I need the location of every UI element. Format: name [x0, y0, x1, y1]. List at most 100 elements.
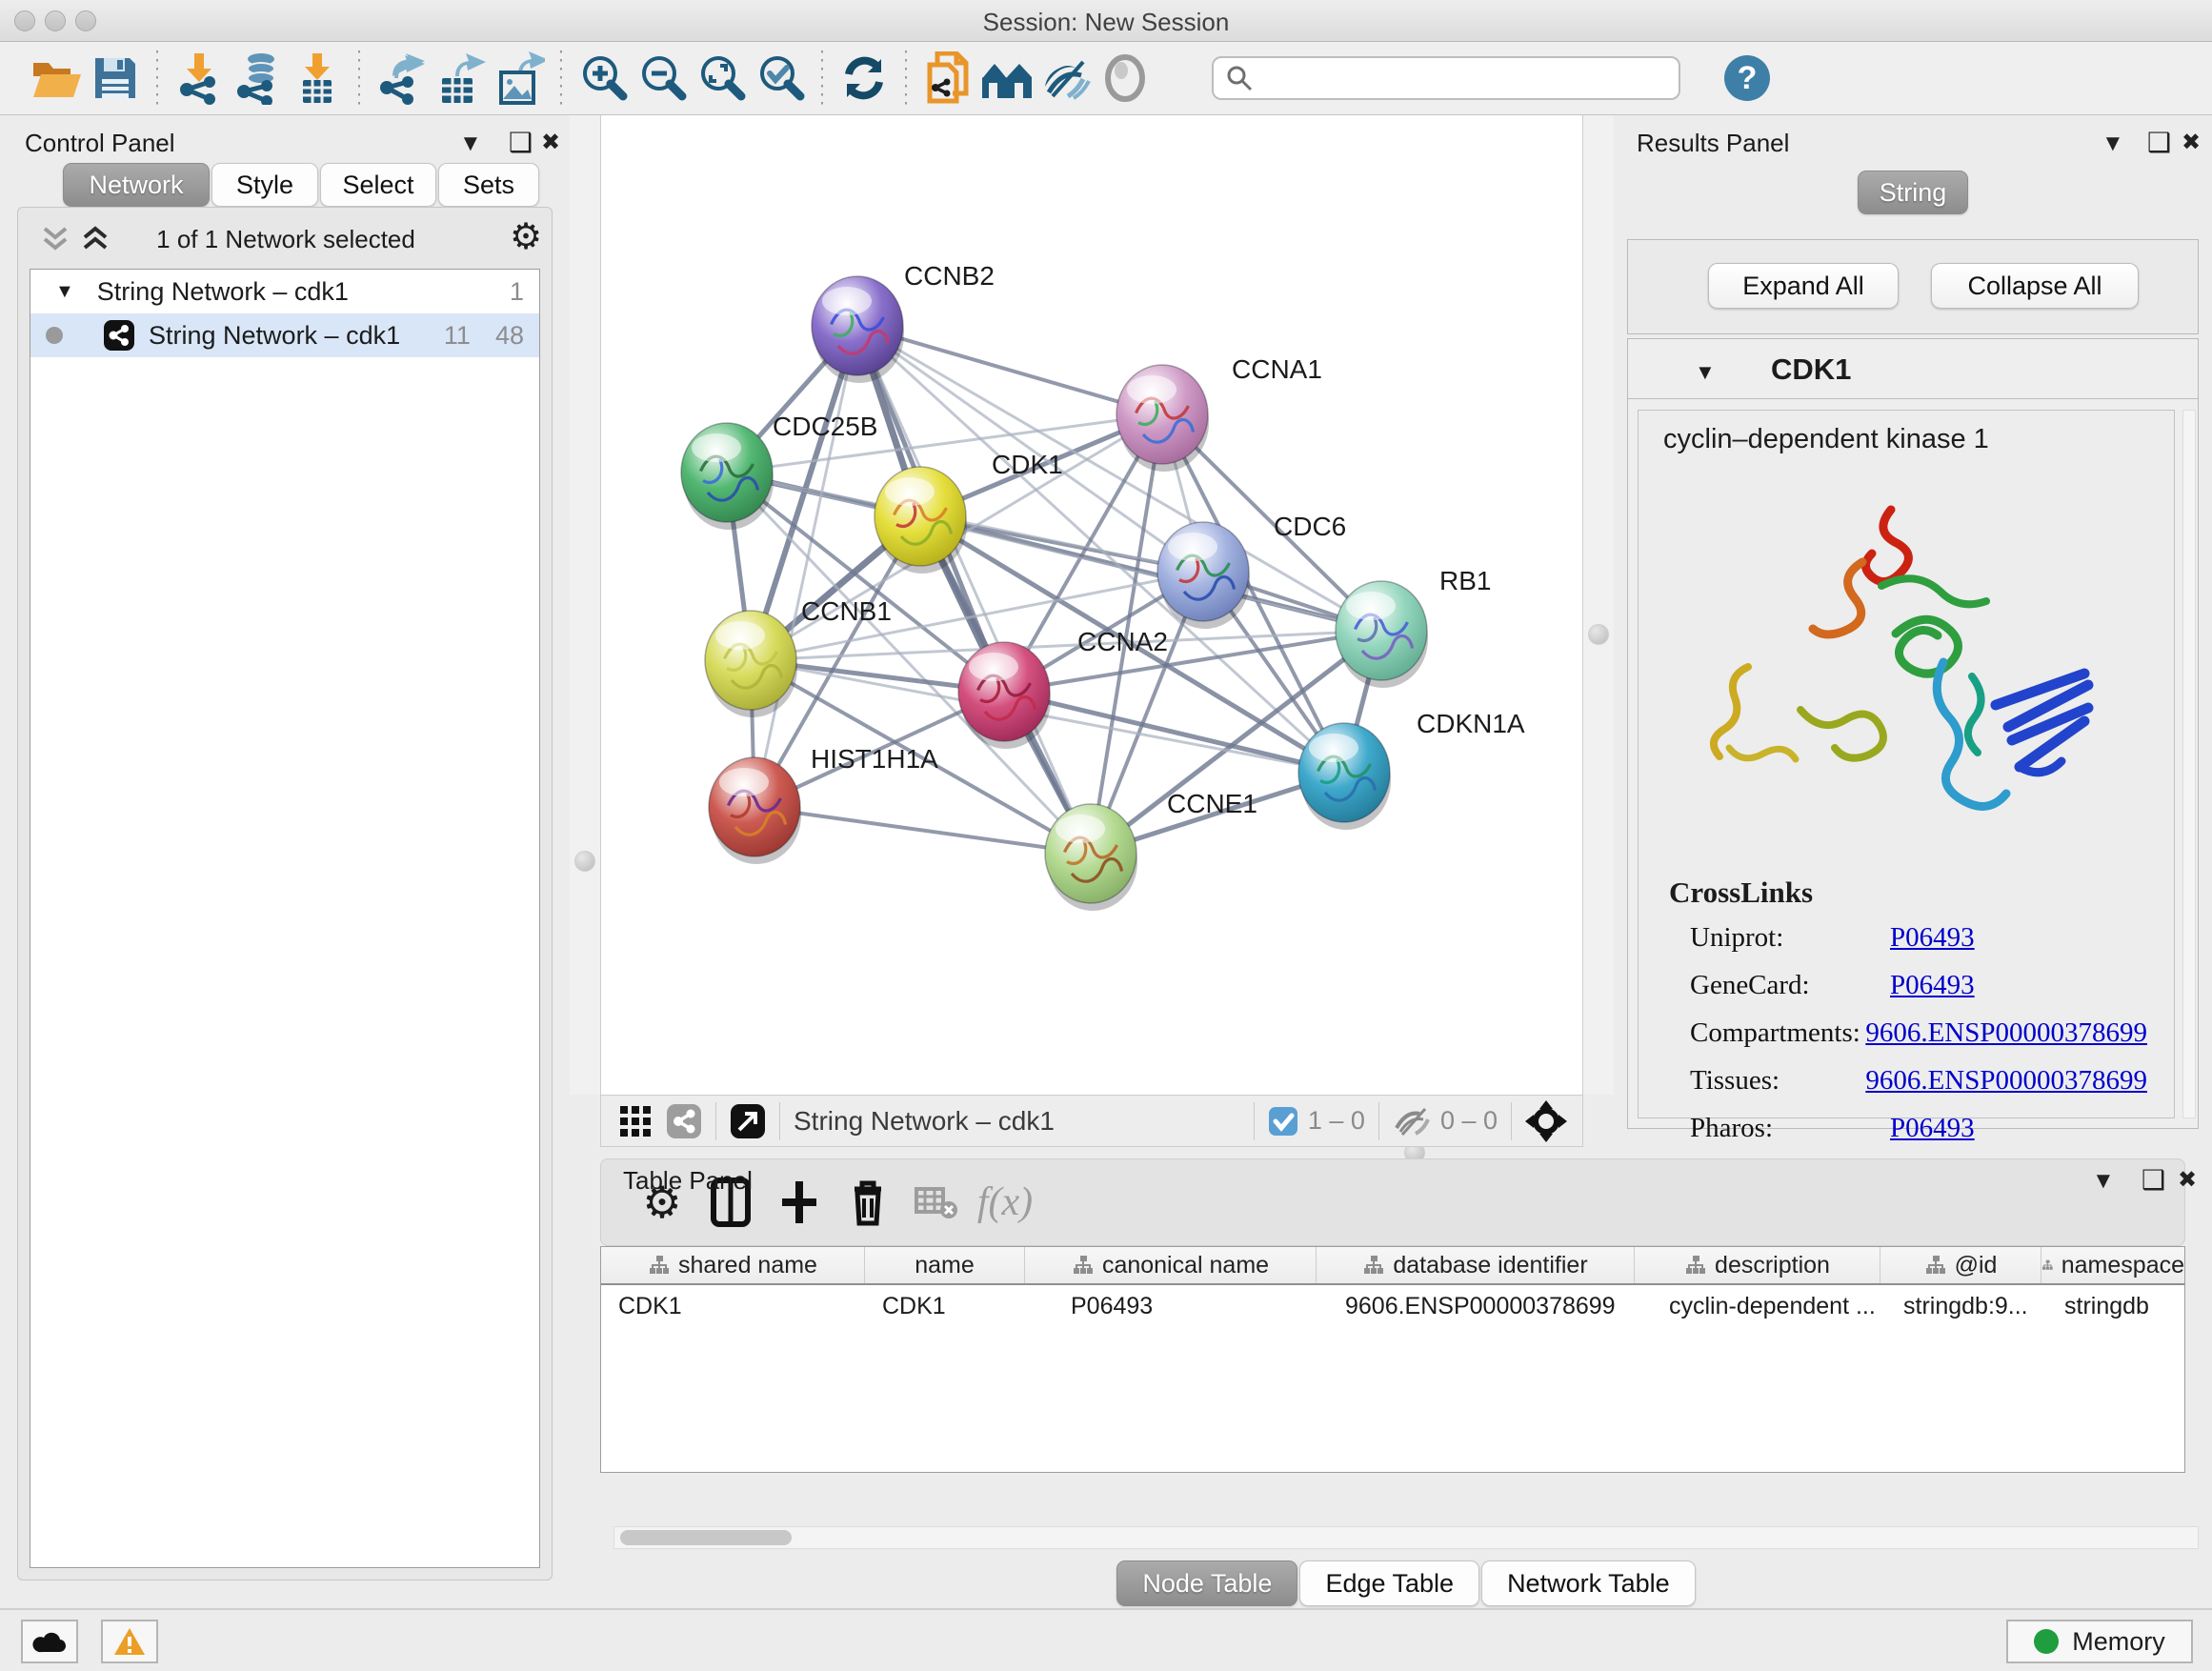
collapse-all-button[interactable]: Collapse All — [1931, 263, 2139, 309]
column-header[interactable]: namespace — [2041, 1247, 2184, 1283]
results-scrollbar[interactable] — [2182, 410, 2196, 1118]
hide-selected-icon[interactable] — [1036, 50, 1096, 107]
tab-style[interactable]: Style — [211, 163, 318, 207]
network-row-selected[interactable]: String Network – cdk1 11 48 — [30, 313, 539, 357]
left-splitter[interactable] — [570, 115, 600, 1095]
table-panel-menu-icon[interactable]: ▼ — [2092, 1168, 2115, 1195]
import-table-icon[interactable] — [288, 50, 347, 107]
crosslink-link[interactable]: P06493 — [1890, 922, 1975, 954]
crosslink-link[interactable]: P06493 — [1890, 1113, 1975, 1144]
toolbar-separator — [905, 50, 907, 106]
delete-column-icon[interactable] — [834, 1169, 902, 1236]
left-splitter-handle[interactable] — [574, 851, 595, 872]
right-splitter[interactable] — [1583, 115, 1614, 1095]
collection-expand-arrow-icon[interactable]: ▼ — [55, 281, 74, 303]
open-session-icon[interactable] — [27, 50, 86, 107]
namespace-tree-icon — [648, 1254, 671, 1277]
results-panel-menu-icon[interactable]: ▼ — [2101, 131, 2124, 157]
network-edges — [727, 326, 1381, 854]
zoom-out-icon[interactable] — [633, 50, 692, 107]
save-session-icon[interactable] — [86, 50, 145, 107]
network-list: ▼ String Network – cdk1 1 String Network… — [30, 269, 540, 1568]
table-row[interactable]: CDK1 CDK1 P06493 9606.ENSP00000378699 cy… — [601, 1285, 2184, 1327]
zoom-fit-icon[interactable] — [692, 50, 751, 107]
entry-details: cyclin–dependent kinase 1 CrossL — [1638, 410, 2175, 1118]
memory-button[interactable]: Memory — [2006, 1620, 2193, 1663]
control-panel-title: Control Panel — [25, 129, 175, 158]
warning-button[interactable] — [101, 1620, 158, 1663]
refresh-icon[interactable] — [835, 50, 894, 107]
tab-node-table[interactable]: Node Table — [1116, 1560, 1297, 1606]
add-column-icon[interactable] — [765, 1169, 834, 1236]
separator — [1254, 1102, 1255, 1140]
network-node[interactable]: CCNB2 — [812, 261, 995, 383]
entry-collapse-arrow-icon[interactable]: ▼ — [1695, 360, 1716, 385]
network-birdseye-icon[interactable] — [666, 1103, 702, 1139]
table-toolbar: ⚙ f(x) — [600, 1158, 2185, 1246]
show-eye-icon[interactable] — [1096, 50, 1155, 107]
expand-all-button[interactable]: Expand All — [1708, 263, 1899, 309]
import-network-icon[interactable] — [170, 50, 229, 107]
network-canvas[interactable]: CCNB2CCNA1CDC25BCDK1CDC6RB1CCNB1CCNA2CDK… — [600, 115, 1583, 1095]
open-in-window-icon[interactable] — [730, 1103, 766, 1139]
network-node[interactable]: CCNA1 — [1116, 354, 1322, 472]
grid-view-icon[interactable] — [618, 1104, 653, 1138]
namespace-tree-icon — [2041, 1254, 2054, 1277]
control-panel-close-icon[interactable]: ✖ — [541, 129, 560, 156]
network-node[interactable]: RB1 — [1336, 566, 1491, 688]
results-panel-float-icon[interactable]: ❑ — [2147, 127, 2171, 158]
protein-structure-image — [1658, 472, 2153, 853]
share-document-icon[interactable] — [918, 50, 977, 107]
network-list-gear-icon[interactable]: ⚙ — [510, 215, 542, 258]
tab-network-table[interactable]: Network Table — [1481, 1560, 1696, 1606]
toolbar-search-input[interactable] — [1212, 56, 1680, 100]
crosslink-link[interactable]: 9606.ENSP00000378699 — [1865, 1017, 2147, 1049]
network-node-label: CDKN1A — [1417, 709, 1525, 738]
import-database-icon[interactable] — [229, 50, 288, 107]
network-node[interactable]: CDKN1A — [1298, 709, 1525, 830]
hidden-eye-icon[interactable] — [1393, 1105, 1431, 1137]
network-share-icon — [103, 319, 135, 352]
table-panel-float-icon[interactable]: ❑ — [2142, 1164, 2165, 1196]
zoom-selected-icon[interactable] — [751, 50, 810, 107]
function-builder-icon[interactable]: f(x) — [971, 1169, 1039, 1236]
window-titlebar: Session: New Session — [0, 0, 2212, 42]
column-header[interactable]: shared name — [601, 1247, 865, 1283]
cloud-icon — [32, 1629, 67, 1654]
network-canvas-svg[interactable]: CCNB2CCNA1CDC25BCDK1CDC6RB1CCNB1CCNA2CDK… — [601, 115, 1582, 1093]
export-network-icon[interactable] — [372, 50, 431, 107]
column-header[interactable]: name — [865, 1247, 1025, 1283]
network-node[interactable]: HIST1H1A — [709, 744, 938, 864]
entry-gene-name: CDK1 — [1771, 352, 1851, 387]
pan-crosshair-icon[interactable] — [1525, 1100, 1567, 1142]
table-hscrollbar[interactable] — [613, 1526, 2199, 1549]
network-node-label: HIST1H1A — [811, 744, 938, 774]
tab-sets[interactable]: Sets — [438, 163, 539, 207]
control-panel-menu-icon[interactable]: ▼ — [459, 131, 482, 157]
selected-checkbox-icon[interactable] — [1268, 1106, 1298, 1137]
first-neighbors-icon[interactable] — [977, 50, 1036, 107]
right-splitter-handle[interactable] — [1588, 624, 1609, 645]
column-header[interactable]: canonical name — [1025, 1247, 1317, 1283]
crosslink-link[interactable]: 9606.ENSP00000378699 — [1865, 1065, 2147, 1097]
tab-network[interactable]: Network — [63, 163, 210, 207]
tab-string-results[interactable]: String — [1858, 171, 1968, 214]
network-collection-row[interactable]: ▼ String Network – cdk1 1 — [30, 270, 539, 313]
tab-select[interactable]: Select — [320, 163, 436, 207]
zoom-in-icon[interactable] — [573, 50, 633, 107]
collection-count: 1 — [510, 277, 524, 307]
column-header[interactable]: description — [1635, 1247, 1880, 1283]
column-header[interactable]: database identifier — [1317, 1247, 1635, 1283]
crosslink-link[interactable]: P06493 — [1890, 970, 1975, 1001]
help-button[interactable]: ? — [1724, 55, 1770, 101]
cloud-button[interactable] — [21, 1620, 78, 1663]
export-table-icon[interactable] — [431, 50, 490, 107]
control-panel-float-icon[interactable]: ❑ — [509, 127, 533, 158]
results-panel-close-icon[interactable]: ✖ — [2182, 129, 2201, 156]
delete-table-icon[interactable] — [902, 1169, 971, 1236]
column-header[interactable]: @id — [1880, 1247, 2041, 1283]
table-panel-close-icon[interactable]: ✖ — [2178, 1166, 2197, 1194]
export-image-icon[interactable] — [490, 50, 549, 107]
table-hscrollbar-thumb[interactable] — [620, 1530, 792, 1545]
tab-edge-table[interactable]: Edge Table — [1299, 1560, 1479, 1606]
